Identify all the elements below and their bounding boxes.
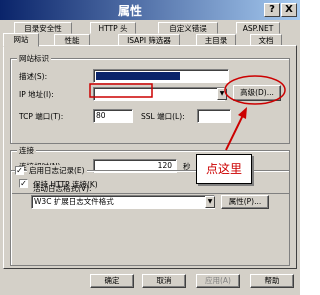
close-button[interactable]: X xyxy=(281,3,297,17)
tab-aspnet[interactable]: ASP.NET xyxy=(236,22,280,34)
ssl-port-input[interactable] xyxy=(197,109,231,123)
ip-label: IP 地址(I): xyxy=(19,90,54,99)
site-id-title: 网站标识 xyxy=(17,53,51,64)
site-id-group: 网站标识 描述(S): IP 地址(I): ▼ 高级(D)... TCP 端口(… xyxy=(10,53,290,144)
ssl-port-label: SSL 端口(L): xyxy=(141,112,185,121)
help-title-button[interactable]: ? xyxy=(264,3,280,17)
log-format-label: 活动日志格式(V): xyxy=(33,184,92,193)
log-properties-button[interactable]: 属性(P)... xyxy=(221,195,269,209)
ok-button[interactable]: 确定 xyxy=(90,274,134,288)
tab-http-headers[interactable]: HTTP 头 xyxy=(90,22,136,34)
advanced-button[interactable]: 高级(D)... xyxy=(233,85,281,101)
ip-address-select[interactable] xyxy=(93,87,225,101)
tab-website[interactable]: 网站 xyxy=(3,33,39,47)
desc-selection xyxy=(96,72,180,80)
tcp-port-input[interactable]: 80 xyxy=(93,109,133,123)
chevron-down-icon[interactable]: ▼ xyxy=(217,88,227,100)
apply-button[interactable]: 应用(A) xyxy=(196,274,240,288)
enable-logging-label: 启用日志记录(E) xyxy=(27,165,87,176)
tab-panel: 网站标识 描述(S): IP 地址(I): ▼ 高级(D)... TCP 端口(… xyxy=(3,45,297,269)
cancel-button[interactable]: 取消 xyxy=(142,274,186,288)
connection-title: 连接 xyxy=(17,145,36,156)
log-format-select[interactable]: W3C 扩展日志文件格式 xyxy=(31,195,215,209)
tcp-port-label: TCP 端口(T): xyxy=(19,112,64,121)
tab-custom-errors[interactable]: 自定义错误 xyxy=(158,22,218,34)
desc-input[interactable] xyxy=(93,69,229,83)
help-button[interactable]: 帮助 xyxy=(250,274,294,288)
annotation-callout: 点这里 xyxy=(196,154,252,184)
enable-logging-checkbox[interactable]: ✓ xyxy=(15,166,24,175)
chevron-down-icon[interactable]: ▼ xyxy=(205,196,215,208)
window-title: 属性 xyxy=(117,4,142,18)
properties-dialog: 属性 ? X 目录安全性 HTTP 头 自定义错误 ASP.NET 网站 性能 … xyxy=(0,0,300,295)
title-bar: 属性 ? X xyxy=(0,0,300,20)
desc-label: 描述(S): xyxy=(19,72,48,81)
logging-group: ✓ 启用日志记录(E) 活动日志格式(V): W3C 扩展日志文件格式 ▼ 属性… xyxy=(10,165,290,266)
